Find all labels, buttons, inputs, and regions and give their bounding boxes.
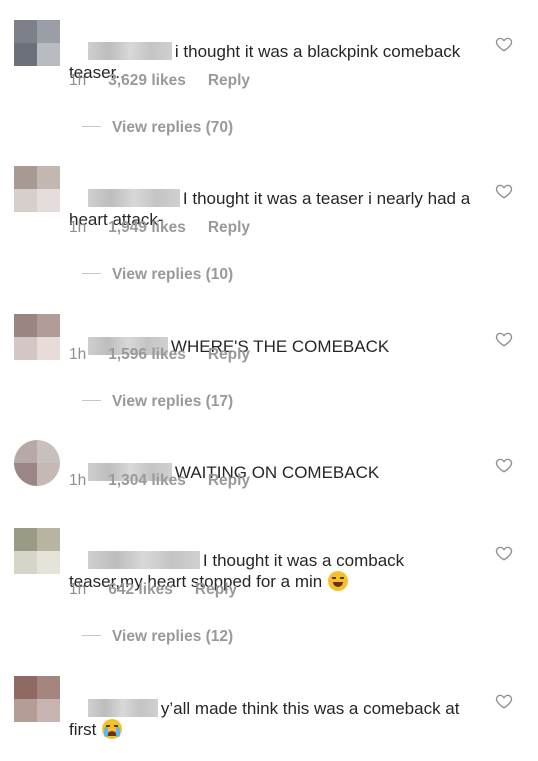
avatar[interactable] [14, 528, 60, 574]
likes-count[interactable]: 1,304 likes [108, 472, 186, 489]
view-replies-label: View replies (70) [112, 119, 234, 136]
divider-line [82, 126, 101, 127]
heart-outline-icon[interactable] [495, 330, 513, 348]
reply-button[interactable]: Reply [208, 219, 250, 236]
comment-time: 1h [69, 219, 87, 236]
heart-outline-icon[interactable] [495, 456, 513, 474]
comment-meta: 1h 1,304 likes Reply [69, 472, 250, 490]
reply-button[interactable]: Reply [208, 72, 250, 89]
heart-outline-icon[interactable] [495, 35, 513, 53]
avatar[interactable] [14, 440, 60, 486]
divider-line [82, 273, 101, 274]
view-replies-button[interactable]: View replies (70) [82, 119, 233, 137]
comment-meta: 1h 642 likes Reply [69, 581, 237, 599]
avatar[interactable] [14, 20, 60, 66]
redacted-username [87, 699, 158, 717]
redacted-username [87, 42, 172, 60]
crying-face-emoji [102, 719, 123, 739]
avatar[interactable] [14, 314, 60, 360]
view-replies-button[interactable]: View replies (17) [82, 393, 233, 411]
comment-text-block: I thought it was a teaser i nearly had a… [69, 167, 479, 251]
heart-outline-icon[interactable] [495, 544, 513, 562]
view-replies-label: View replies (10) [112, 266, 234, 283]
likes-count[interactable]: 1,949 likes [108, 219, 186, 236]
heart-outline-icon[interactable] [495, 182, 513, 200]
divider-line [82, 635, 101, 636]
divider-line [82, 400, 101, 401]
reply-button[interactable]: Reply [195, 581, 237, 598]
comment-text-block: I thought it was a comback teaser,my hea… [69, 529, 479, 613]
view-replies-button[interactable]: View replies (12) [82, 628, 233, 646]
view-replies-label: View replies (12) [112, 628, 234, 645]
heart-outline-icon[interactable] [495, 692, 513, 710]
likes-count[interactable]: 1,596 likes [108, 346, 186, 363]
comment-time: 1h [69, 581, 87, 598]
avatar[interactable] [14, 166, 60, 212]
view-replies-label: View replies (17) [112, 393, 234, 410]
reply-button[interactable]: Reply [208, 346, 250, 363]
comment-text-block: i thought it was a blackpink comeback te… [69, 20, 479, 104]
comment-text-block: y’all made think this was a comeback at … [69, 677, 479, 761]
reply-button[interactable]: Reply [208, 472, 250, 489]
comment-time: 1h [69, 72, 87, 89]
grinning-sweat-emoji [328, 571, 349, 591]
comment-time: 1h [69, 472, 87, 489]
comment-time: 1h [69, 346, 87, 363]
avatar[interactable] [14, 676, 60, 722]
view-replies-button[interactable]: View replies (10) [82, 266, 233, 284]
comment-meta: 1h 1,596 likes Reply [69, 346, 250, 364]
comment-meta: 1h 1,949 likes Reply [69, 219, 250, 237]
likes-count[interactable]: 642 likes [108, 581, 173, 598]
likes-count[interactable]: 3,629 likes [108, 72, 186, 89]
redacted-username [87, 189, 180, 207]
comment-meta: 1h 3,629 likes Reply [69, 72, 250, 90]
redacted-username [87, 551, 200, 569]
